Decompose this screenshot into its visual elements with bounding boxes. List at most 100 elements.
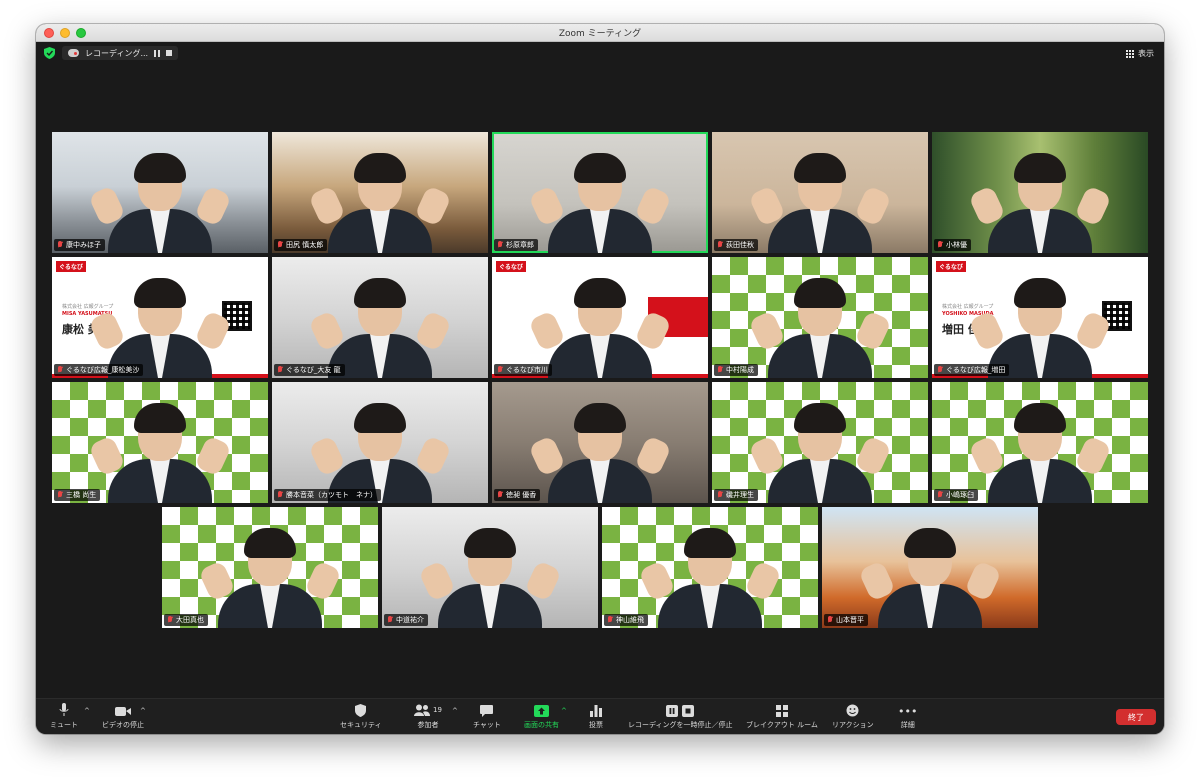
- participant-video-feed: [88, 266, 232, 378]
- participant-name-tag: 大田真也: [164, 614, 208, 626]
- stop-video-button[interactable]: ビデオの停止: [102, 703, 144, 730]
- participant-name: 勝本音菜（カツモト ネナ）: [286, 491, 377, 499]
- participant-name: 徳昶 優香: [506, 491, 537, 499]
- chat-button[interactable]: チャット: [473, 703, 501, 730]
- share-screen-label: 画面の共有: [524, 721, 559, 729]
- participant-name: 田尻 慎太郎: [286, 241, 324, 249]
- share-options-chevron-icon[interactable]: ^: [561, 707, 567, 715]
- security-button[interactable]: セキュリティ: [340, 703, 382, 730]
- participant-video-tile[interactable]: 磯井理生: [712, 382, 928, 503]
- participant-video-tile[interactable]: ぐるなび_大友 龍: [272, 257, 488, 378]
- participant-video-tile[interactable]: 田尻 慎太郎: [272, 132, 488, 253]
- end-meeting-button[interactable]: 終了: [1116, 709, 1156, 725]
- participant-name: 康中みほ子: [66, 241, 101, 249]
- microphone-muted-icon: [717, 366, 723, 374]
- microphone-muted-icon: [937, 241, 943, 249]
- video-options-chevron-icon[interactable]: ^: [140, 707, 146, 715]
- participant-video-tile[interactable]: 山本晋平: [822, 507, 1038, 628]
- microphone-muted-icon: [827, 616, 833, 624]
- microphone-muted-icon: [497, 241, 503, 249]
- participant-video-feed: [88, 391, 232, 503]
- participant-name: ぐるなび広報_康松美沙: [66, 366, 140, 374]
- participant-name-tag: ぐるなび_大友 龍: [274, 364, 345, 376]
- participant-name: 小林優: [946, 241, 967, 249]
- participant-video-tile[interactable]: ぐるなび ぐるなび市川: [492, 257, 708, 378]
- participant-name-tag: 荻田佳秋: [714, 239, 758, 251]
- participant-video-feed: [748, 391, 892, 503]
- reactions-label: リアクション: [832, 721, 874, 729]
- participants-button[interactable]: 19 参加者: [414, 703, 442, 730]
- microphone-muted-icon: [717, 241, 723, 249]
- share-screen-icon: [534, 705, 549, 717]
- participant-video-tile[interactable]: 中村陽成: [712, 257, 928, 378]
- participant-video-tile[interactable]: 徳昶 優香: [492, 382, 708, 503]
- participant-video-tile[interactable]: 小林優: [932, 132, 1148, 253]
- participant-video-tile[interactable]: ぐるなび 株式会社 広報グループ YOSHIKO MASUDA 増田 佳子 ぐるなび広報…: [932, 257, 1148, 378]
- participant-name: 杉原章郎: [506, 241, 534, 249]
- participant-video-feed: [968, 391, 1112, 503]
- participant-name: 三橋 尚生: [66, 491, 97, 499]
- participants-chevron-icon[interactable]: ^: [452, 707, 458, 715]
- participant-video-tile[interactable]: 杉原章郎: [492, 132, 708, 253]
- polls-button[interactable]: 投票: [589, 703, 603, 730]
- participant-name-tag: 杉原章郎: [494, 239, 538, 251]
- participant-video-tile[interactable]: ぐるなび 株式会社 広報グループ MISA YASUMATSU 康松 美ぐるなび広報_…: [52, 257, 268, 378]
- smiley-reaction-icon: [846, 704, 859, 717]
- participant-name-tag: 中道祐介: [384, 614, 428, 626]
- participants-icon: [414, 704, 430, 716]
- meeting-toolbar: ミュート ^ ビデオの停止 ^ セキュリティ 19 参加者 ^ チャット 画面の…: [36, 698, 1164, 734]
- mute-label: ミュート: [50, 721, 78, 729]
- microphone-muted-icon: [57, 241, 63, 249]
- participant-video-tile[interactable]: 勝本音菜（カツモト ネナ）: [272, 382, 488, 503]
- participant-name-tag: 田尻 慎太郎: [274, 239, 328, 251]
- microphone-muted-icon: [937, 366, 943, 374]
- breakout-rooms-button[interactable]: ブレイクアウト ルーム: [746, 703, 818, 730]
- gurunavi-logo: ぐるなび: [56, 261, 86, 272]
- participant-video-tile[interactable]: 三橋 尚生: [52, 382, 268, 503]
- participant-name: ぐるなび_大友 龍: [286, 366, 341, 374]
- participant-name: 神山維飛: [616, 616, 644, 624]
- microphone-muted-icon: [937, 491, 943, 499]
- stop-video-label: ビデオの停止: [102, 721, 144, 729]
- microphone-muted-icon: [717, 491, 723, 499]
- participant-name-tag: 小嶋琢臼: [934, 489, 978, 501]
- participant-video-tile[interactable]: 神山維飛: [602, 507, 818, 628]
- participant-name: 大田真也: [176, 616, 204, 624]
- security-shield-icon: [355, 704, 367, 717]
- participant-video-feed: [638, 516, 782, 628]
- participant-video-feed: [308, 141, 452, 253]
- participant-name-tag: 山本晋平: [824, 614, 868, 626]
- microphone-muted-icon: [277, 366, 283, 374]
- gurunavi-logo: ぐるなび: [496, 261, 526, 272]
- breakout-rooms-label: ブレイクアウト ルーム: [746, 721, 818, 729]
- video-camera-icon: [115, 707, 131, 716]
- participants-count: 19: [433, 706, 442, 714]
- reactions-button[interactable]: リアクション: [832, 703, 874, 730]
- participant-video-feed: [198, 516, 342, 628]
- audio-options-chevron-icon[interactable]: ^: [84, 707, 90, 715]
- participant-name: 磯井理生: [726, 491, 754, 499]
- participant-name-tag: 磯井理生: [714, 489, 758, 501]
- chat-bubble-icon: [480, 705, 494, 717]
- gurunavi-logo: ぐるなび: [936, 261, 966, 272]
- participant-name-tag: ぐるなび広報_康松美沙: [54, 364, 144, 376]
- more-button[interactable]: ••• 詳細: [898, 703, 917, 730]
- microphone-muted-icon: [497, 491, 503, 499]
- share-screen-button[interactable]: 画面の共有: [524, 703, 559, 730]
- mute-button[interactable]: ミュート: [50, 703, 78, 730]
- participant-name-tag: 三橋 尚生: [54, 489, 101, 501]
- participant-name: 中村陽成: [726, 366, 754, 374]
- polls-bar-chart-icon: [590, 705, 602, 717]
- zoom-window: Zoom ミーティング レコーディング... 表示 康中みほ子 田尻 慎太郎 杉原章…: [36, 24, 1164, 734]
- microphone-muted-icon: [277, 491, 283, 499]
- participant-name-tag: 神山維飛: [604, 614, 648, 626]
- stop-icon: [682, 705, 695, 717]
- participant-video-tile[interactable]: 小嶋琢臼: [932, 382, 1148, 503]
- participant-video-tile[interactable]: 中道祐介: [382, 507, 598, 628]
- participant-name-tag: ぐるなび広報_増田: [934, 364, 1010, 376]
- participant-video-tile[interactable]: 大田真也: [162, 507, 378, 628]
- participant-video-tile[interactable]: 荻田佳秋: [712, 132, 928, 253]
- participant-video-feed: [528, 391, 672, 503]
- participant-video-tile[interactable]: 康中みほ子: [52, 132, 268, 253]
- recording-controls-button[interactable]: レコーディングを一時停止／停止: [628, 703, 733, 730]
